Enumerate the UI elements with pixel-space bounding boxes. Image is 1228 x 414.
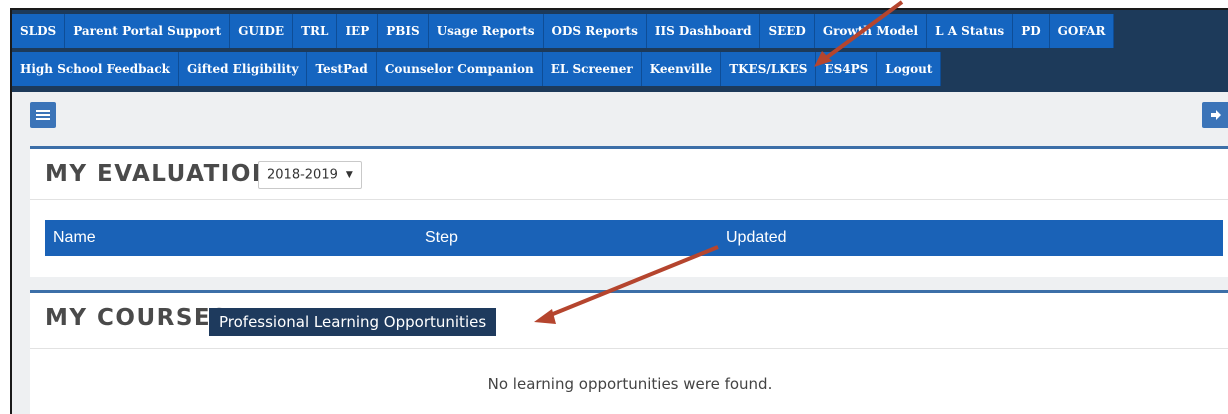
- nav-item-counselor-companion[interactable]: Counselor Companion: [376, 52, 543, 86]
- nav-item-usage-reports[interactable]: Usage Reports: [428, 14, 544, 48]
- nav-item-logout[interactable]: Logout: [877, 52, 942, 86]
- sign-out-icon: [1211, 110, 1221, 120]
- evaluation-title: MY EVALUATION: [45, 161, 273, 187]
- column-header-step[interactable]: Step: [425, 220, 458, 256]
- nav-item-l-a-status[interactable]: L A Status: [927, 14, 1014, 48]
- nav-item-iep[interactable]: IEP: [337, 14, 379, 48]
- year-select-value: 2018-2019: [267, 167, 338, 183]
- nav-item-ods-reports[interactable]: ODS Reports: [543, 14, 647, 48]
- nav-item-testpad[interactable]: TestPad: [307, 52, 377, 86]
- empty-message: No learning opportunities were found.: [487, 375, 773, 393]
- nav-item-pd[interactable]: PD: [1013, 14, 1050, 48]
- nav-item-el-screener[interactable]: EL Screener: [542, 52, 642, 86]
- column-header-updated[interactable]: Updated: [726, 220, 787, 256]
- top-navbar: SLDS Parent Portal Support GUIDE TRL IEP PBIS…: [12, 10, 1228, 92]
- sign-out-button[interactable]: [1202, 102, 1228, 128]
- courses-title: MY COURSES: [45, 305, 230, 331]
- year-select[interactable]: 2018-2019 ▼: [258, 161, 362, 189]
- nav-item-keenville[interactable]: Keenville: [641, 52, 722, 86]
- hamburger-menu-icon: [36, 110, 50, 120]
- nav-item-high-school-feedback[interactable]: High School Feedback: [12, 52, 179, 86]
- nav-item-iis-dashboard[interactable]: IIS Dashboard: [646, 14, 761, 48]
- caret-down-icon: ▼: [345, 170, 353, 180]
- nav-item-pbis[interactable]: PBIS: [378, 14, 429, 48]
- nav-item-guide[interactable]: GUIDE: [230, 14, 294, 48]
- nav-item-es4ps[interactable]: ES4PS: [816, 52, 878, 86]
- nav-item-tkes-lkes[interactable]: TKES/LKES: [721, 52, 817, 86]
- app-frame: SLDS Parent Portal Support GUIDE TRL IEP PBIS…: [10, 8, 1228, 414]
- menu-toggle-button[interactable]: [30, 102, 56, 128]
- divider: [30, 348, 1228, 349]
- divider: [30, 199, 1228, 200]
- column-header-name[interactable]: Name: [53, 220, 96, 256]
- toolbar: [12, 94, 1228, 144]
- nav-item-slds[interactable]: SLDS: [12, 14, 66, 48]
- my-courses-panel: MY COURSES Professional Learning Opportu…: [30, 290, 1228, 414]
- nav-row-2: High School Feedback Gifted Eligibility Te…: [12, 48, 1228, 86]
- nav-item-parent-portal-support[interactable]: Parent Portal Support: [65, 14, 231, 48]
- nav-item-seed[interactable]: SEED: [760, 14, 815, 48]
- nav-row-1: SLDS Parent Portal Support GUIDE TRL IEP PBIS…: [12, 10, 1228, 48]
- evaluation-table-header: Name Step Updated: [45, 220, 1223, 256]
- nav-item-gifted-eligibility[interactable]: Gifted Eligibility: [178, 52, 308, 86]
- nav-item-growth-model[interactable]: Growth Model: [814, 14, 928, 48]
- my-evaluation-panel: MY EVALUATION 2018-2019 ▼ Name Step Updat…: [30, 146, 1228, 277]
- professional-learning-button[interactable]: Professional Learning Opportunities: [209, 308, 497, 336]
- nav-item-gofar[interactable]: GOFAR: [1049, 14, 1115, 48]
- nav-item-trl[interactable]: TRL: [293, 14, 338, 48]
